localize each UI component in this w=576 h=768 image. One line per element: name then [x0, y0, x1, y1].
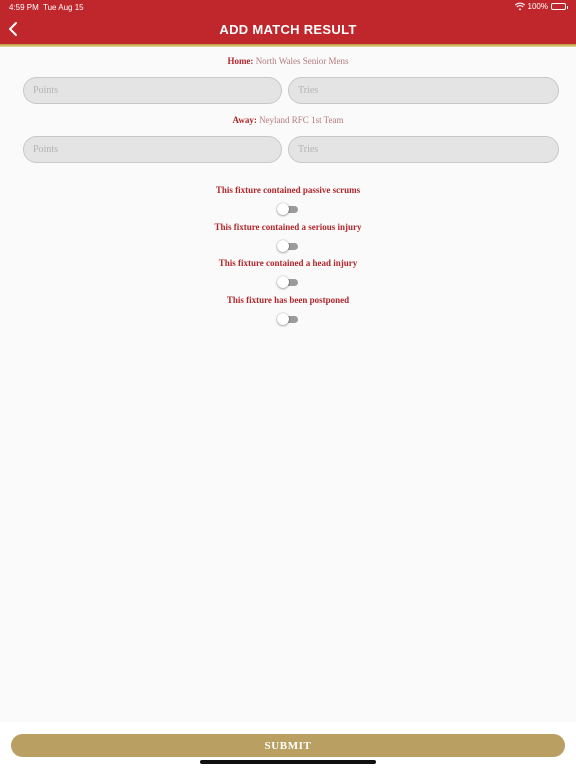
- toggle-knob: [277, 276, 289, 288]
- toggle-knob: [277, 203, 289, 215]
- home-label: Home:: [227, 56, 254, 66]
- toggle-knob: [277, 240, 289, 252]
- battery-icon: [551, 3, 568, 10]
- serious-injury-toggle[interactable]: [277, 240, 298, 252]
- status-date: Tue Aug 15: [43, 3, 84, 12]
- toggle-knob: [277, 313, 289, 325]
- away-tries-input[interactable]: [288, 136, 559, 163]
- battery-percent: 100%: [527, 2, 548, 11]
- page-title: ADD MATCH RESULT: [219, 22, 357, 37]
- postponed-toggle[interactable]: [277, 313, 298, 325]
- away-team-name: Neyland RFC 1st Team: [259, 115, 344, 125]
- status-right: 100%: [514, 2, 568, 11]
- passive-scrums-toggle[interactable]: [277, 203, 298, 215]
- home-team-name: North Wales Senior Mens: [255, 56, 349, 66]
- away-label: Away:: [232, 115, 257, 125]
- passive-scrums-label: This fixture contained passive scrums: [215, 185, 361, 195]
- nav-header: 4:59 PM Tue Aug 15 100% ADD MATCH RESULT: [0, 0, 576, 47]
- home-team-line: Home: North Wales Senior Mens: [0, 56, 576, 66]
- status-bar: 4:59 PM Tue Aug 15 100%: [0, 0, 576, 14]
- away-team-line: Away: Neyland RFC 1st Team: [0, 115, 576, 125]
- head-injury-toggle[interactable]: [277, 276, 298, 288]
- away-points-input[interactable]: [23, 136, 282, 163]
- home-tries-input[interactable]: [288, 77, 559, 104]
- status-time: 4:59 PM: [9, 3, 39, 12]
- home-indicator: [200, 760, 376, 764]
- head-injury-label: This fixture contained a head injury: [218, 258, 358, 268]
- home-points-input[interactable]: [23, 77, 282, 104]
- serious-injury-label: This fixture contained a serious injury: [214, 222, 362, 232]
- postponed-label: This fixture has been postponed: [226, 295, 350, 305]
- wifi-icon: [514, 2, 525, 11]
- submit-button[interactable]: SUBMIT: [11, 734, 565, 757]
